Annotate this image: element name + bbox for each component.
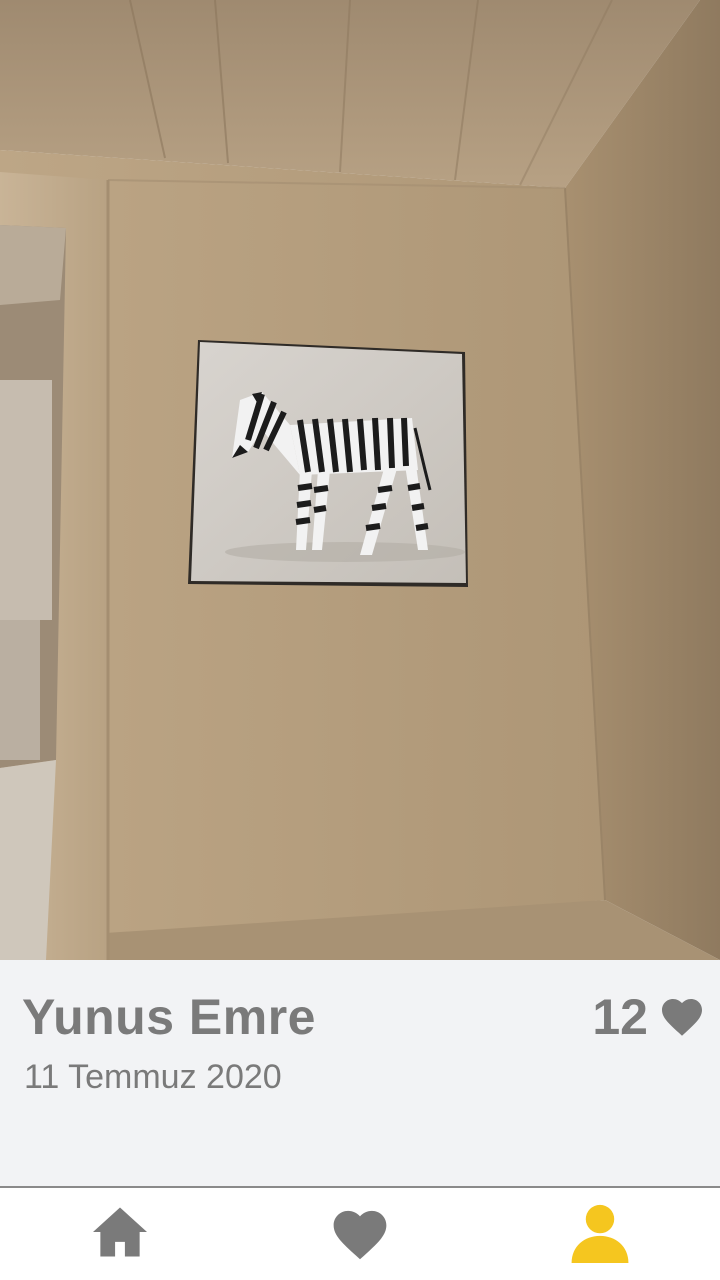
nav-profile[interactable] [480, 1188, 720, 1280]
heart-icon [328, 1203, 392, 1266]
post-photo [0, 0, 720, 960]
room-render [0, 0, 720, 960]
user-icon [569, 1201, 631, 1268]
like-count: 12 [592, 989, 648, 1045]
nav-home[interactable] [0, 1188, 240, 1280]
home-icon [90, 1205, 150, 1264]
like-button[interactable]: 12 [592, 988, 706, 1046]
nav-favorites[interactable] [240, 1188, 480, 1280]
bottom-navigation [0, 1188, 720, 1280]
post-info-card: Yunus Emre 11 Temmuz 2020 12 [0, 960, 720, 1187]
author-name[interactable]: Yunus Emre [22, 988, 316, 1046]
heart-icon [658, 993, 706, 1042]
post-date: 11 Temmuz 2020 [24, 1058, 282, 1096]
